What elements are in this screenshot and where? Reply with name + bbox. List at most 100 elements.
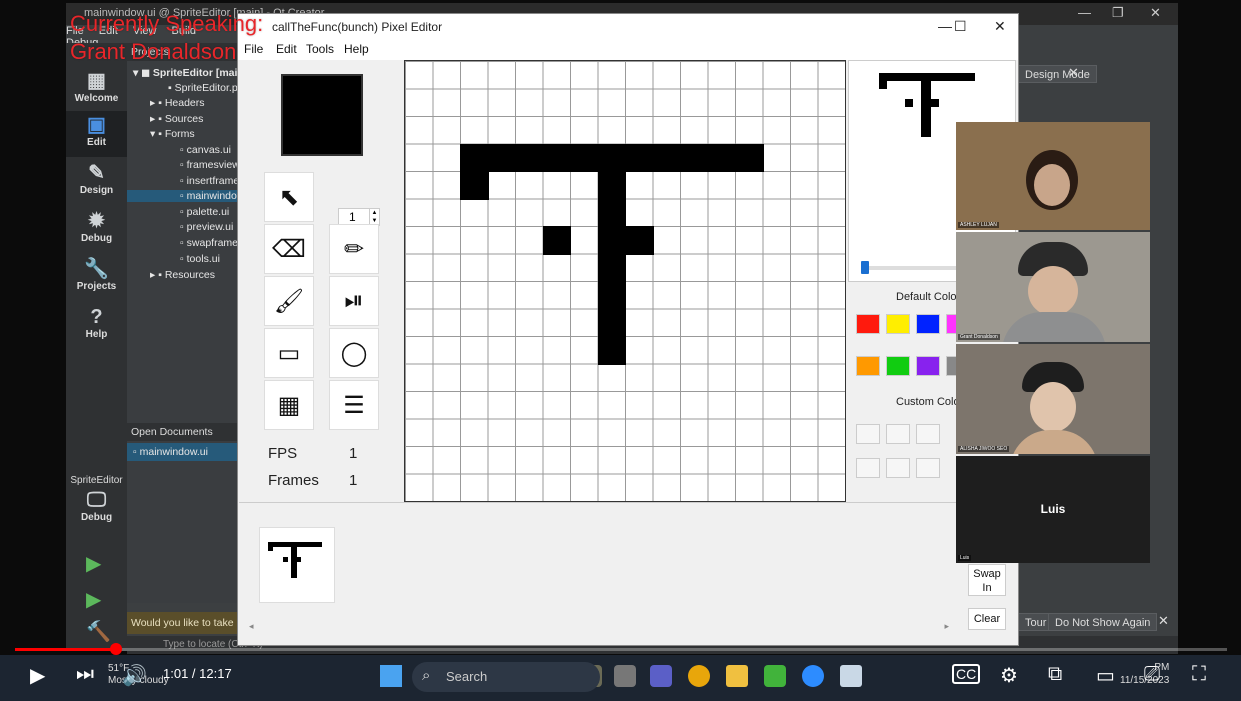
open-doc-item[interactable]: ▫ mainwindow.ui (127, 443, 237, 461)
default-color-swatch[interactable] (856, 356, 880, 376)
default-color-swatch[interactable] (916, 356, 940, 376)
eraser-tool-button[interactable]: ⌫ (264, 224, 314, 274)
current-color-preview[interactable] (281, 74, 363, 156)
swap-in-button[interactable]: Swap In (968, 564, 1006, 596)
custom-color-slot[interactable] (856, 458, 880, 478)
painted-pixel (487, 143, 516, 172)
layers-button[interactable]: ☰ (329, 380, 379, 430)
tree-item-framesview[interactable]: ▫ framesview.ui (180, 159, 237, 171)
tree-item-insertframe[interactable]: ▫ insertframe.ui (180, 175, 237, 187)
mode-edit[interactable]: ▣ Edit (66, 111, 127, 157)
close-icon[interactable]: ✕ (1150, 5, 1161, 21)
editor-menu-edit[interactable]: Edit (276, 42, 297, 56)
painted-pixel (597, 308, 626, 337)
custom-color-slot[interactable] (916, 458, 940, 478)
tree-item-preview[interactable]: ▫ preview.ui (180, 221, 237, 233)
custom-color-slot[interactable] (886, 424, 910, 444)
scroll-right-icon[interactable]: ▸ (944, 621, 949, 632)
tree-item-pro[interactable]: ▪ SpriteEditor.pro (168, 82, 247, 94)
build-hammer-icon[interactable]: 🔨 (86, 619, 111, 644)
close-notify-icon[interactable]: ✕ (1158, 613, 1169, 629)
run-icon[interactable]: ▶ (86, 551, 101, 576)
tree-item-palette[interactable]: ▫ palette.ui (180, 206, 237, 218)
editor-menu-tools[interactable]: Tools (306, 42, 334, 56)
taskbar-search[interactable]: ⌕ Search (412, 662, 600, 692)
custom-color-slot[interactable] (886, 458, 910, 478)
close-hint-icon[interactable]: ✕ (1068, 65, 1079, 81)
volume-icon[interactable]: 🔊 (122, 663, 147, 688)
tree-item-canvas[interactable]: ▫ canvas.ui (180, 144, 231, 156)
zoom-icon[interactable] (802, 665, 824, 687)
select-tool-button[interactable]: ⬉ (264, 172, 314, 222)
participant-tile: Grant Donaldson (956, 232, 1150, 342)
custom-color-slot[interactable] (916, 424, 940, 444)
mode-debug[interactable]: ✹ Debug (66, 207, 127, 253)
tree-item-project[interactable]: ▾ ◼ SpriteEditor [main] (133, 67, 247, 79)
frames-scrollbar[interactable]: ◂ ▸ (249, 621, 949, 631)
pixel-editor-task-icon[interactable] (840, 665, 862, 687)
theater-mode-icon[interactable]: ▭ (1096, 663, 1115, 688)
custom-color-slot[interactable] (856, 424, 880, 444)
editor-menu-help[interactable]: Help (344, 42, 369, 56)
debug-run-icon[interactable]: ▶ (86, 587, 101, 612)
editor-close-icon[interactable]: ✕ (994, 18, 1006, 35)
scroll-left-icon[interactable]: ◂ (249, 621, 254, 631)
grid-icon: ▦ (87, 70, 106, 92)
cursor-icon: ⬉ (278, 183, 300, 211)
default-color-swatch[interactable] (886, 356, 910, 376)
grid-toggle-button[interactable]: ▦ (264, 380, 314, 430)
frame-thumbnail[interactable] (259, 527, 335, 603)
tree-item-headers[interactable]: ▸ ▪ Headers (150, 97, 205, 109)
tree-item-forms[interactable]: ▾ ▪ Forms (150, 128, 195, 140)
participant-face (1030, 382, 1076, 432)
spin-arrows-icon[interactable]: ▲ ▼ (369, 209, 379, 225)
fullscreen-icon[interactable]: ⛶ (1192, 663, 1206, 686)
task-view-icon[interactable] (614, 665, 636, 687)
minimize-icon[interactable]: — (1078, 5, 1091, 20)
mode-welcome[interactable]: ▦ Welcome (66, 67, 127, 113)
brush-tool-button[interactable]: 🖌 (264, 276, 314, 326)
design-mode-button[interactable]: Design Mode (1018, 65, 1097, 83)
tree-item-resources[interactable]: ▸ ▪ Resources (150, 269, 215, 281)
progress-scrubber[interactable] (109, 643, 122, 655)
default-color-swatch[interactable] (886, 314, 910, 334)
captions-icon[interactable]: CC (952, 664, 981, 684)
tree-item-mainwindow[interactable]: ▫ mainwindow.ui (127, 190, 237, 202)
slider-handle[interactable] (861, 261, 869, 274)
qt-creator-icon[interactable] (764, 665, 786, 687)
pencil-tool-button[interactable]: ✏ (329, 224, 379, 274)
mode-design[interactable]: ✎ Design (66, 159, 127, 205)
editor-minimize-icon[interactable]: — (938, 18, 952, 34)
mode-help[interactable]: ? Help (66, 303, 127, 349)
play-icon[interactable]: ▶ (30, 663, 45, 688)
teams-icon[interactable] (650, 665, 672, 687)
tree-item-tools[interactable]: ▫ tools.ui (180, 253, 220, 265)
tree-item-sources[interactable]: ▸ ▪ Sources (150, 113, 203, 125)
clear-button[interactable]: Clear (968, 608, 1006, 630)
file-explorer-icon[interactable] (726, 665, 748, 687)
progress-track[interactable] (15, 648, 1227, 651)
editor-maximize-icon[interactable]: ☐ (954, 18, 967, 35)
painted-pixel (460, 143, 489, 172)
miniplayer-icon[interactable]: ⧉ (1048, 663, 1062, 686)
dont-show-again-button[interactable]: Do Not Show Again (1048, 613, 1158, 631)
restore-icon[interactable]: ❐ (1112, 5, 1124, 21)
edit-doc-icon: ▣ (87, 114, 106, 136)
progress-played (15, 648, 116, 651)
mode-projects[interactable]: 🔧 Projects (66, 255, 127, 301)
cast-icon[interactable]: ⎚ (1144, 663, 1160, 686)
painted-pixel (542, 226, 571, 255)
play-pause-button[interactable]: ⏯ (329, 276, 379, 326)
pixel-canvas[interactable] (404, 60, 846, 502)
rectangle-tool-button[interactable]: ▭ (264, 328, 314, 378)
settings-gear-icon[interactable]: ⚙ (1000, 663, 1018, 688)
kit-selector[interactable]: SpriteEditor 🖵 Debug (66, 473, 127, 533)
painted-pixel (597, 171, 626, 200)
default-color-swatch[interactable] (856, 314, 880, 334)
circle-tool-button[interactable]: ◯ (329, 328, 379, 378)
windows-start-icon[interactable] (380, 665, 402, 687)
chrome-icon[interactable] (688, 665, 710, 687)
default-color-swatch[interactable] (916, 314, 940, 334)
tree-item-swapframe[interactable]: ▫ swapframe.ui (180, 237, 237, 249)
next-icon[interactable]: ⏭ (76, 663, 94, 686)
